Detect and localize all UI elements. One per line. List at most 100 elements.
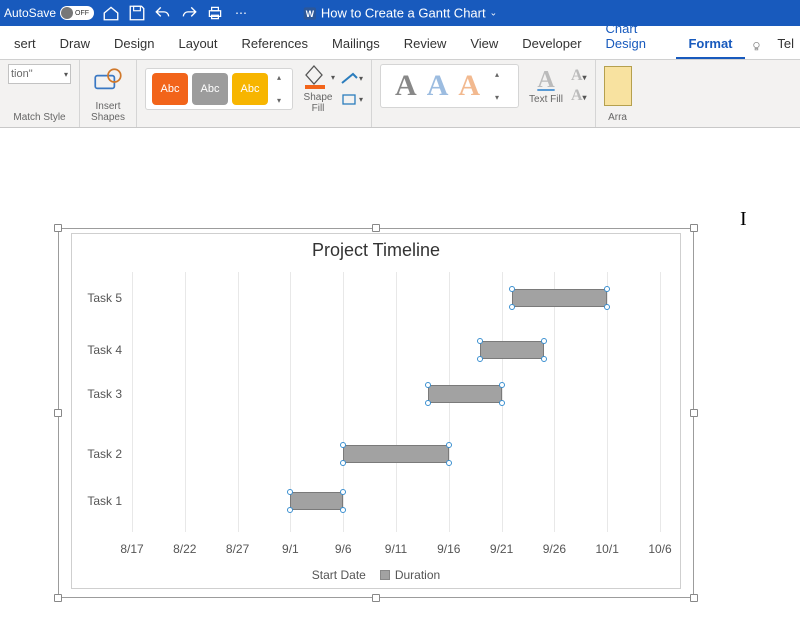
- document-title[interactable]: W How to Create a Gantt Chart ⌄: [303, 6, 497, 21]
- gantt-bar[interactable]: [290, 492, 343, 510]
- shape-fill-button[interactable]: ▾: [301, 64, 335, 90]
- bar-handle[interactable]: [477, 338, 483, 344]
- home-icon[interactable]: [102, 4, 120, 22]
- tab-format[interactable]: Format: [676, 28, 744, 59]
- document-area[interactable]: I Project Timeline 8/178/228/279/19/69/1…: [0, 128, 800, 632]
- bar-handle[interactable]: [425, 382, 431, 388]
- bar-handle[interactable]: [340, 442, 346, 448]
- tab-tell-me[interactable]: Tel: [765, 28, 800, 59]
- tab-mailings[interactable]: Mailings: [320, 28, 392, 59]
- shape-outline-button[interactable]: ▾: [341, 70, 363, 88]
- chart-title[interactable]: Project Timeline: [72, 234, 680, 263]
- tab-insert[interactable]: sert: [2, 28, 48, 59]
- autosave-toggle[interactable]: AutoSave OFF: [4, 6, 94, 20]
- lightbulb-icon[interactable]: [751, 39, 762, 53]
- bar-handle[interactable]: [499, 382, 505, 388]
- x-tick-label: 9/21: [490, 542, 513, 556]
- y-tick-label: Task 4: [78, 343, 122, 357]
- legend-item-duration[interactable]: Duration: [380, 568, 440, 582]
- chevron-down-icon: ▾: [64, 70, 68, 79]
- gallery-up-icon[interactable]: ▴: [495, 70, 499, 79]
- shape-style-yellow[interactable]: Abc: [232, 73, 268, 105]
- bar-handle[interactable]: [509, 304, 515, 310]
- shape-effects-button[interactable]: ▾: [341, 91, 363, 109]
- shape-style-orange[interactable]: Abc: [152, 73, 188, 105]
- wordart-style-3[interactable]: A: [458, 69, 480, 103]
- resize-handle-tm[interactable]: [372, 224, 380, 232]
- save-icon[interactable]: [128, 4, 146, 22]
- gantt-bar[interactable]: [343, 445, 449, 463]
- y-tick-label: Task 3: [78, 387, 122, 401]
- bar-handle[interactable]: [541, 356, 547, 362]
- wordart-style-1[interactable]: A: [395, 69, 417, 103]
- legend-item-start-date[interactable]: Start Date: [312, 568, 366, 582]
- insert-shapes-label: Insert Shapes: [91, 99, 125, 123]
- gridline: [396, 272, 397, 532]
- gantt-bar[interactable]: [428, 385, 502, 403]
- x-tick-label: 9/26: [543, 542, 566, 556]
- tab-design[interactable]: Design: [102, 28, 166, 59]
- shape-style-gallery[interactable]: Abc Abc Abc ▴ ▾: [145, 68, 293, 110]
- selection-dropdown[interactable]: tion" ▾: [8, 64, 71, 84]
- bar-handle[interactable]: [604, 286, 610, 292]
- group-wordart-styles: A A A ▴ ▾ A Text Fill A▾ A▾: [372, 60, 596, 127]
- bar-handle[interactable]: [509, 286, 515, 292]
- x-tick-label: 9/1: [282, 542, 299, 556]
- resize-handle-tl[interactable]: [54, 224, 62, 232]
- bar-handle[interactable]: [446, 442, 452, 448]
- more-icon[interactable]: ⋯: [232, 4, 250, 22]
- resize-handle-bm[interactable]: [372, 594, 380, 602]
- y-tick-label: Task 2: [78, 447, 122, 461]
- chart-selection[interactable]: Project Timeline 8/178/228/279/19/69/119…: [58, 228, 694, 598]
- x-tick-label: 9/11: [385, 542, 407, 556]
- chart-area[interactable]: Project Timeline 8/178/228/279/19/69/119…: [71, 233, 681, 589]
- bar-handle[interactable]: [446, 460, 452, 466]
- resize-handle-ml[interactable]: [54, 409, 62, 417]
- bar-handle[interactable]: [604, 304, 610, 310]
- resize-handle-bl[interactable]: [54, 594, 62, 602]
- bar-handle[interactable]: [477, 356, 483, 362]
- tab-review[interactable]: Review: [392, 28, 459, 59]
- redo-icon[interactable]: [180, 4, 198, 22]
- tab-references[interactable]: References: [230, 28, 320, 59]
- insert-shapes-button[interactable]: [88, 64, 128, 99]
- bar-handle[interactable]: [425, 400, 431, 406]
- text-cursor-icon: I: [740, 208, 747, 231]
- match-style-button[interactable]: Match Style: [8, 110, 71, 123]
- text-fill-button[interactable]: A: [537, 67, 554, 94]
- print-icon[interactable]: [206, 4, 224, 22]
- chart-legend[interactable]: Start Date Duration: [72, 568, 680, 582]
- tab-layout[interactable]: Layout: [166, 28, 229, 59]
- bar-handle[interactable]: [340, 507, 346, 513]
- bar-handle[interactable]: [541, 338, 547, 344]
- gallery-down-icon[interactable]: ▾: [495, 93, 499, 102]
- tab-draw[interactable]: Draw: [48, 28, 102, 59]
- tab-view[interactable]: View: [458, 28, 510, 59]
- bar-handle[interactable]: [499, 400, 505, 406]
- bar-handle[interactable]: [340, 489, 346, 495]
- tab-developer[interactable]: Developer: [510, 28, 593, 59]
- bar-handle[interactable]: [287, 489, 293, 495]
- resize-handle-mr[interactable]: [690, 409, 698, 417]
- gantt-bar[interactable]: [512, 289, 607, 307]
- text-outline-button[interactable]: A▾: [571, 67, 587, 85]
- text-fill-label: Text Fill: [529, 94, 563, 105]
- x-tick-label: 10/1: [596, 542, 619, 556]
- plot-area[interactable]: 8/178/228/279/19/69/119/169/219/2610/110…: [132, 272, 660, 532]
- resize-handle-br[interactable]: [690, 594, 698, 602]
- undo-icon[interactable]: [154, 4, 172, 22]
- gantt-bar[interactable]: [480, 341, 543, 359]
- gallery-down-icon[interactable]: ▾: [277, 96, 281, 105]
- shape-style-gray[interactable]: Abc: [192, 73, 228, 105]
- bar-handle[interactable]: [287, 507, 293, 513]
- bar-handle[interactable]: [340, 460, 346, 466]
- x-tick-label: 9/16: [437, 542, 460, 556]
- arrange-button[interactable]: [604, 66, 632, 106]
- resize-handle-tr[interactable]: [690, 224, 698, 232]
- wordart-gallery[interactable]: A A A ▴ ▾: [380, 64, 519, 108]
- chevron-down-icon: ⌄: [490, 8, 498, 19]
- gallery-up-icon[interactable]: ▴: [277, 73, 281, 82]
- wordart-style-2[interactable]: A: [427, 69, 449, 103]
- text-effects-button[interactable]: A▾: [571, 87, 587, 105]
- y-tick-label: Task 5: [78, 291, 122, 305]
